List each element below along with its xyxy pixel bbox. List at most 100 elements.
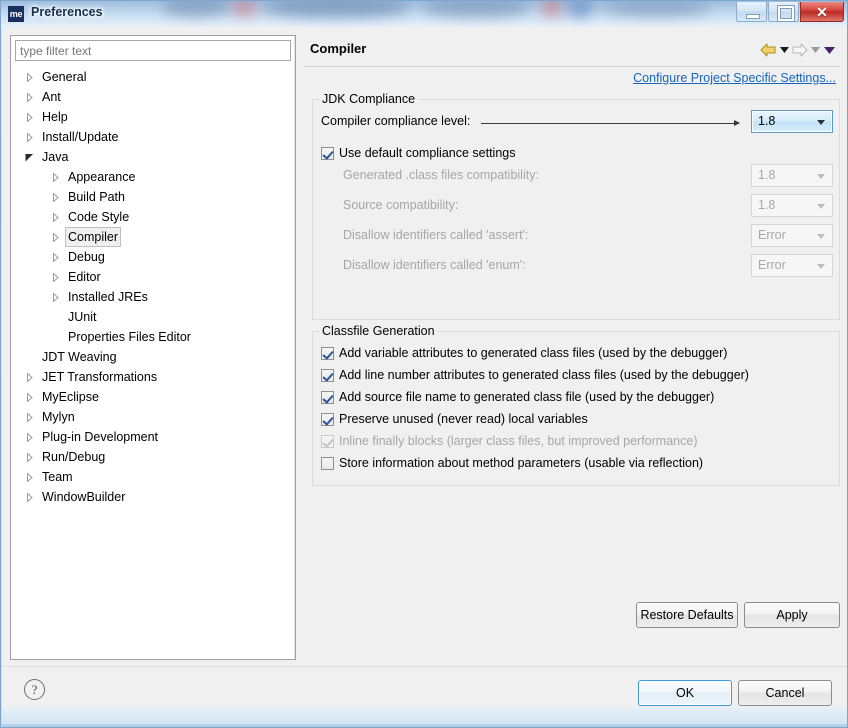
page-menu-chevron-down-icon[interactable] [822, 42, 836, 58]
checkbox-label: Store information about method parameter… [339, 456, 704, 470]
field-label: Source compatibility: [343, 198, 459, 212]
combo-value: Error [758, 228, 786, 242]
ok-button[interactable]: OK [638, 680, 732, 706]
combo-disallow-identifiers-called-assert: Error [751, 224, 833, 247]
tree-item-label: Install/Update [42, 130, 119, 144]
tree-item-junit[interactable]: JUnit [11, 307, 295, 327]
tree-item-myeclipse[interactable]: MyEclipse [11, 387, 295, 407]
help-icon[interactable]: ? [24, 679, 45, 700]
expand-arrow-right-icon[interactable] [25, 73, 34, 82]
tree-item-help[interactable]: Help [11, 107, 295, 127]
window-title: Preferences [31, 5, 103, 19]
combo-disallow-identifiers-called-enum: Error [751, 254, 833, 277]
combo-value: Error [758, 258, 786, 272]
checkbox-box[interactable] [321, 456, 334, 470]
tree-item-label: JUnit [68, 310, 97, 324]
expand-arrow-right-icon[interactable] [51, 293, 60, 302]
checkbox-box[interactable] [321, 368, 334, 382]
checkbox-classfile-option-4[interactable]: Preserve unused (never read) local varia… [321, 408, 588, 430]
tree-item-build-path[interactable]: Build Path [11, 187, 295, 207]
checkbox-classfile-option-3[interactable]: Add source file name to generated class … [321, 386, 714, 408]
checkbox-classfile-option-6[interactable]: Store information about method parameter… [321, 452, 703, 474]
expand-arrow-right-icon[interactable] [51, 273, 60, 282]
tree-item-install-update[interactable]: Install/Update [11, 127, 295, 147]
checkbox-classfile-option-2[interactable]: Add line number attributes to generated … [321, 364, 749, 386]
glass-reflection [601, 1, 711, 17]
tree-scrollbar-track[interactable] [294, 36, 295, 659]
preference-tree-panel: General Ant Help Install/Update Java Appearan… [10, 35, 296, 660]
expand-arrow-right-icon[interactable] [25, 433, 34, 442]
apply-button[interactable]: Apply [744, 602, 840, 628]
tree-item-code-style[interactable]: Code Style [11, 207, 295, 227]
tree-item-properties-files-editor[interactable]: Properties Files Editor [11, 327, 295, 347]
checkbox-box[interactable] [321, 146, 334, 160]
tree-item-appearance[interactable]: Appearance [11, 167, 295, 187]
expand-arrow-right-icon[interactable] [25, 93, 34, 102]
expand-arrow-right-icon[interactable] [25, 413, 34, 422]
tree-item-jdt-weaving[interactable]: JDT Weaving [11, 347, 295, 367]
field-row: Generated .class files compatibility: 1.8 [321, 164, 833, 190]
maximize-button[interactable] [768, 2, 799, 22]
back-history-chevron-down-icon[interactable] [777, 42, 791, 58]
group-title: Classfile Generation [319, 324, 438, 338]
expand-arrow-right-icon[interactable] [25, 133, 34, 142]
checkbox-use-default-compliance-settings[interactable]: Use default compliance settings [321, 142, 515, 164]
combo-value: 1.8 [758, 114, 776, 128]
minimize-button[interactable] [736, 2, 767, 22]
tree-item-label: Java [42, 150, 69, 164]
tree-item-mylyn[interactable]: Mylyn [11, 407, 295, 427]
forward-history-chevron-down-icon [808, 42, 822, 58]
tree-item-jet-transformations[interactable]: JET Transformations [11, 367, 295, 387]
tree-item-editor[interactable]: Editor [11, 267, 295, 287]
tree-item-windowbuilder[interactable]: WindowBuilder [11, 487, 295, 507]
back-arrow-icon[interactable] [760, 43, 777, 57]
expand-arrow-right-icon[interactable] [25, 373, 34, 382]
page-navigation [760, 42, 836, 58]
filter-input[interactable] [15, 40, 291, 61]
tree-item-run-debug[interactable]: Run/Debug [11, 447, 295, 467]
field-label: Compiler compliance level: [321, 114, 471, 128]
glass-reflection [161, 1, 231, 17]
tree-item-installed-jres[interactable]: Installed JREs [11, 287, 295, 307]
glass-reflection [541, 1, 563, 17]
tree-item-general[interactable]: General [11, 67, 295, 87]
expand-arrow-right-icon[interactable] [25, 453, 34, 462]
configure-project-specific-settings-link[interactable]: Configure Project Specific Settings... [633, 71, 836, 85]
expand-arrow-right-icon[interactable] [51, 213, 60, 222]
chevron-down-icon [817, 264, 825, 269]
field-row: Disallow identifiers called 'enum': Error [321, 254, 833, 280]
checkbox-box[interactable] [321, 412, 334, 426]
tree-item-ant[interactable]: Ant [11, 87, 295, 107]
checkbox-box[interactable] [321, 390, 334, 404]
expand-arrow-right-icon[interactable] [51, 253, 60, 262]
field-label: Disallow identifiers called 'assert': [343, 228, 529, 242]
checkbox-label: Preserve unused (never read) local varia… [339, 412, 588, 426]
expand-arrow-down-icon[interactable] [25, 153, 34, 162]
expand-arrow-right-icon[interactable] [25, 473, 34, 482]
checkbox-classfile-option-1[interactable]: Add variable attributes to generated cla… [321, 342, 727, 364]
tree-item-debug[interactable]: Debug [11, 247, 295, 267]
restore-defaults-button[interactable]: Restore Defaults [636, 602, 738, 628]
tree-item-compiler[interactable]: Compiler [11, 227, 295, 247]
expand-arrow-right-icon[interactable] [25, 113, 34, 122]
expand-arrow-right-icon[interactable] [51, 193, 60, 202]
title-bar[interactable]: me Preferences ✕ [1, 1, 847, 27]
tree-item-team[interactable]: Team [11, 467, 295, 487]
expand-arrow-right-icon[interactable] [25, 393, 34, 402]
checkbox-label: Inline finally blocks (larger class file… [339, 434, 698, 448]
expand-arrow-right-icon[interactable] [25, 493, 34, 502]
chevron-down-icon [817, 204, 825, 209]
expand-arrow-right-icon[interactable] [51, 173, 60, 182]
combo-compiler-compliance-level[interactable]: 1.8 [751, 110, 833, 133]
cancel-button[interactable]: Cancel [738, 680, 832, 706]
field-label: Disallow identifiers called 'enum': [343, 258, 526, 272]
checkbox-box[interactable] [321, 346, 334, 360]
tree-item-plug-in-development[interactable]: Plug-in Development [11, 427, 295, 447]
chevron-down-icon [817, 234, 825, 239]
expand-arrow-right-icon[interactable] [51, 233, 60, 242]
close-button[interactable]: ✕ [800, 2, 844, 22]
field-row: Compiler compliance level: 1.8 [321, 110, 833, 136]
glass-reflection [261, 1, 411, 18]
preference-tree[interactable]: General Ant Help Install/Update Java Appearan… [11, 67, 295, 657]
tree-item-java[interactable]: Java [11, 147, 295, 167]
